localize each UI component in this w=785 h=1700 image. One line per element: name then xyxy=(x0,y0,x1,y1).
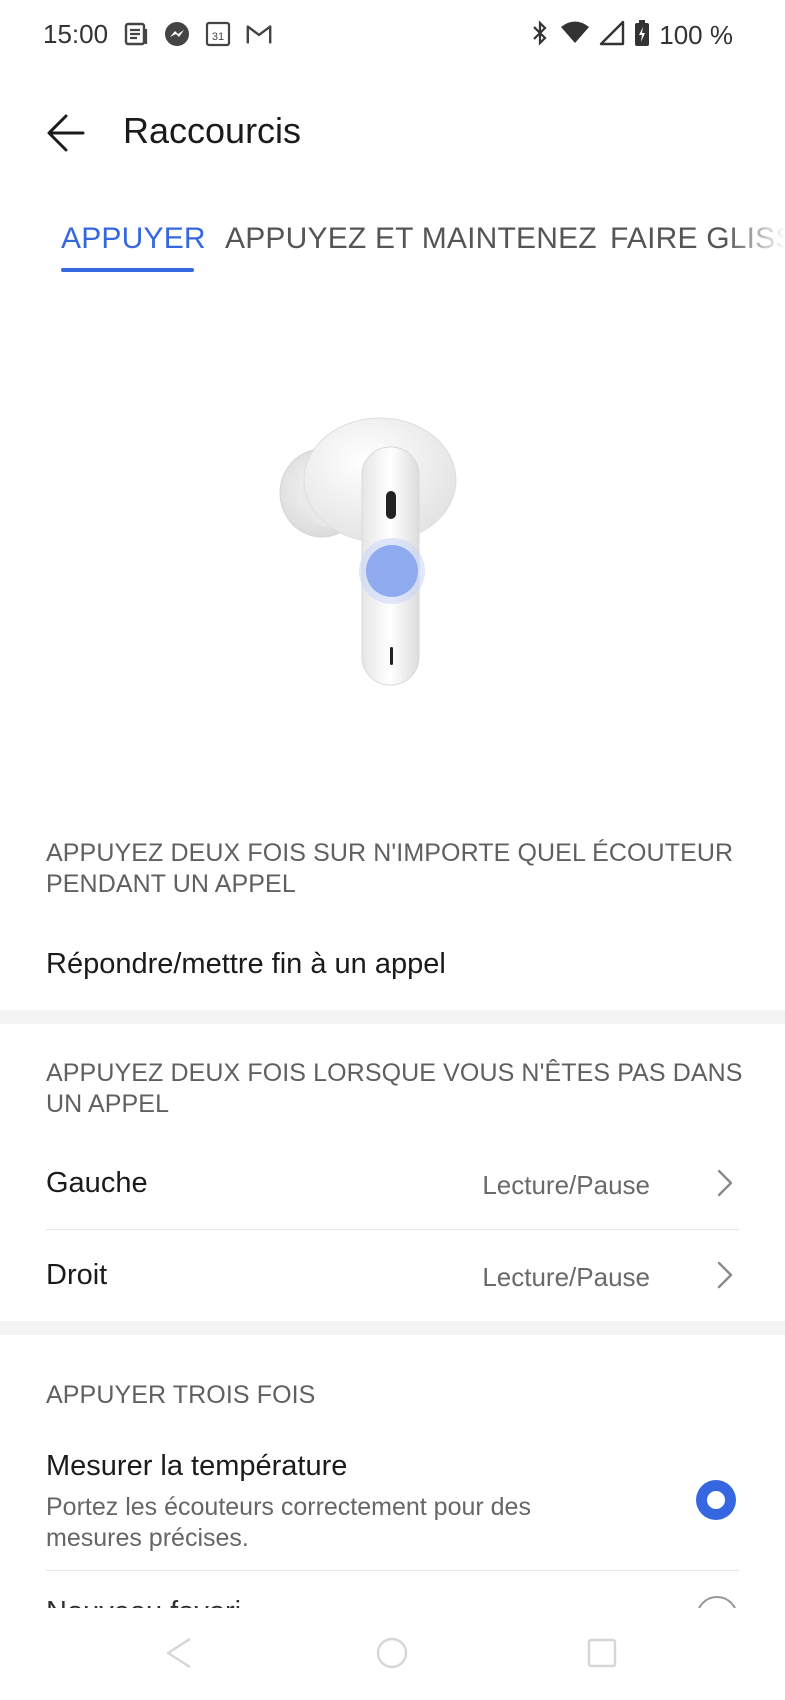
navigation-bar xyxy=(0,1608,785,1700)
divider xyxy=(46,1229,739,1230)
battery-percent: 100 % xyxy=(659,20,733,50)
bluetooth-icon xyxy=(529,19,551,52)
tab-appuyer[interactable]: APPUYER xyxy=(61,222,206,256)
status-bar: 15:00 31 100 % xyxy=(0,0,785,72)
option-measure-temperature-label: Mesurer la température xyxy=(46,1450,348,1482)
tab-fade xyxy=(725,200,785,280)
option-measure-temperature-sub: Portez les écouteurs correctement pour d… xyxy=(46,1493,531,1552)
calendar-icon: 31 xyxy=(204,20,232,48)
active-tab-indicator xyxy=(61,268,194,272)
row-right-value: Lecture/Pause xyxy=(482,1262,650,1292)
row-left-label: Gauche xyxy=(46,1167,148,1199)
gmail-icon xyxy=(245,20,273,48)
section-separator xyxy=(0,1010,785,1024)
chevron-right-icon xyxy=(717,1169,733,1197)
page-title: Raccourcis xyxy=(123,110,302,151)
row-left-value: Lecture/Pause xyxy=(482,1170,650,1200)
recents-square-icon[interactable] xyxy=(577,1628,627,1678)
tab-appuyez-et-maintenez[interactable]: APPUYEZ ET MAINTENEZ xyxy=(225,222,597,256)
home-circle-icon[interactable] xyxy=(367,1628,417,1678)
row-answer-call-label: Répondre/mettre fin à un appel xyxy=(46,948,446,980)
news-icon xyxy=(122,20,150,48)
earbud-illustration xyxy=(270,405,515,695)
tab-bar: APPUYER APPUYEZ ET MAINTENEZ FAIRE GLISS… xyxy=(0,200,785,280)
radio-selected[interactable] xyxy=(696,1480,736,1520)
divider xyxy=(46,1570,739,1571)
row-right-label: Droit xyxy=(46,1259,108,1291)
section-separator xyxy=(0,1321,785,1335)
back-button[interactable] xyxy=(40,107,92,159)
chevron-right-icon xyxy=(717,1261,733,1289)
wifi-icon xyxy=(560,20,590,51)
section-header-call: APPUYEZ DEUX FOIS SUR N'IMPORTE QUEL ÉCO… xyxy=(46,839,734,898)
row-right-earbud[interactable] xyxy=(0,1232,785,1318)
messenger-icon xyxy=(163,20,191,48)
app-bar: Raccourcis xyxy=(0,90,785,176)
section-header-no-call: APPUYEZ DEUX FOIS LORSQUE VOUS N'ÊTES PA… xyxy=(46,1059,743,1118)
arrow-back-icon xyxy=(47,114,85,152)
back-triangle-icon[interactable] xyxy=(155,1628,205,1678)
calendar-day-number: 31 xyxy=(212,31,224,43)
status-time: 15:00 xyxy=(43,19,109,49)
signal-icon xyxy=(599,20,625,51)
section-header-triple: APPUYER TROIS FOIS xyxy=(46,1381,316,1409)
battery-charging-icon xyxy=(634,19,650,52)
